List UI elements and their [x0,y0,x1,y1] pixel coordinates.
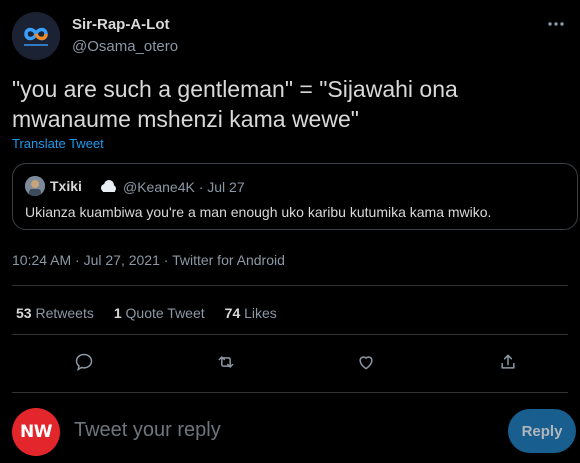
retweets-label: Retweets [35,305,94,321]
quoted-meta: @Keane4K · Jul 27 [123,179,245,195]
quotes-stat[interactable]: 1 Quote Tweet [114,305,205,321]
reply-button[interactable]: Reply [508,409,576,453]
quoted-author-name: Txiki [50,178,82,194]
quoted-text: Ukianza kuambiwa you're a man enough uko… [25,204,492,220]
like-icon[interactable] [352,348,380,376]
divider [12,334,568,335]
retweet-icon[interactable] [212,348,240,376]
quotes-label: Quote Tweet [125,305,205,321]
author-avatar[interactable] [12,12,60,60]
retweets-stat[interactable]: 53 Retweets [16,305,94,321]
reply-input[interactable] [74,419,374,442]
reply-composer: NW Reply [12,407,580,456]
likes-label: Likes [244,305,277,321]
infinity-logo-icon [12,12,60,60]
author-name[interactable]: Sir-Rap-A-Lot [72,16,170,33]
reply-icon[interactable] [70,348,98,376]
tweet-header: Sir-Rap-A-Lot @Osama_otero [12,10,568,62]
share-icon[interactable] [494,348,522,376]
user-avatar[interactable]: NW [12,408,60,456]
author-handle[interactable]: @Osama_otero [72,38,178,55]
quoted-tweet-card[interactable]: Txiki @Keane4K · Jul 27 Ukianza kuambiwa… [12,163,578,230]
divider [12,392,568,393]
quoted-author-avatar [25,176,45,196]
tweet-stats: 53 Retweets 1 Quote Tweet 74 Likes [16,305,277,321]
quotes-count: 1 [113,305,122,321]
tweet-timestamp[interactable]: 10:24 AM · Jul 27, 2021 · Twitter for An… [12,252,285,268]
divider [12,285,568,286]
likes-stat[interactable]: 74 Likes [225,305,277,321]
more-options-icon[interactable] [544,12,568,36]
tweet-actions [12,348,568,376]
likes-count: 74 [224,305,241,321]
translate-tweet-link[interactable]: Translate Tweet [12,136,104,151]
avatar-icon [25,176,45,196]
cloud-icon [99,178,117,194]
tweet-text: "you are such a gentleman" = "Sijawahi o… [12,76,458,132]
retweets-count: 53 [16,305,32,321]
